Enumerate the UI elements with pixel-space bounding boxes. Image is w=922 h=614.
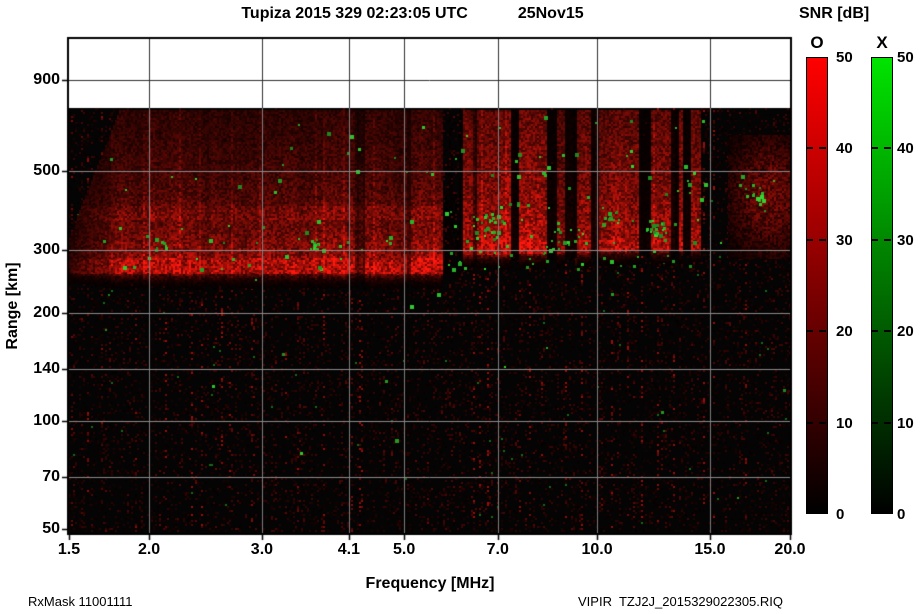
o-colorbar-tick-20: 20 (836, 323, 866, 340)
o-colorbar-dash-20 (806, 330, 828, 332)
y-tick-label-70: 70 (0, 469, 60, 485)
title-date: 25Nov15 (518, 5, 584, 23)
o-colorbar-tick-30: 30 (836, 232, 866, 249)
title-station-time: Tupiza 2015 329 02:23:05 UTC (241, 5, 467, 23)
x-tick-label-7.0: 7.0 (474, 542, 522, 558)
x-tick-label-10.0: 10.0 (573, 542, 621, 558)
x-polarization-label: X (871, 33, 893, 53)
y-tick-label-100: 100 (0, 413, 60, 429)
x-colorbar-dash-40 (871, 147, 893, 149)
x-colorbar-tick-10: 10 (897, 415, 922, 432)
colorbar-title: SNR [dB] (799, 5, 869, 23)
x-tick-label-1.5: 1.5 (45, 542, 93, 558)
ionogram-heatmap-canvas (0, 0, 922, 614)
o-colorbar-tick-0: 0 (836, 506, 866, 523)
o-colorbar-dash-40 (806, 147, 828, 149)
o-colorbar-dash-10 (806, 422, 828, 424)
x-colorbar-tick-0: 0 (897, 506, 922, 523)
x-colorbar-tick-50: 50 (897, 49, 922, 66)
x-tick-label-3.0: 3.0 (238, 542, 286, 558)
y-tick-label-200: 200 (0, 305, 60, 321)
plot-title: Tupiza 2015 329 02:23:05 UTC 25Nov15 (40, 5, 785, 23)
y-tick-label-500: 500 (0, 163, 60, 179)
o-snr-colorbar (806, 57, 828, 514)
o-colorbar-tick-40: 40 (836, 140, 866, 157)
y-tick-label-300: 300 (0, 242, 60, 258)
y-tick-label-50: 50 (0, 521, 60, 537)
x-tick-label-20.0: 20.0 (766, 542, 814, 558)
o-colorbar-tick-50: 50 (836, 49, 866, 66)
x-colorbar-tick-40: 40 (897, 140, 922, 157)
x-axis-title: Frequency [MHz] (300, 575, 560, 593)
x-colorbar-dash-10 (871, 422, 893, 424)
y-tick-label-900: 900 (0, 72, 60, 88)
x-snr-colorbar (871, 57, 893, 514)
o-colorbar-dash-30 (806, 239, 828, 241)
x-colorbar-tick-30: 30 (897, 232, 922, 249)
x-colorbar-dash-30 (871, 239, 893, 241)
y-tick-label-140: 140 (0, 361, 60, 377)
x-tick-label-2.0: 2.0 (125, 542, 173, 558)
rx-mask-annotation: RxMask 11001111 (28, 594, 133, 609)
x-tick-label-4.1: 4.1 (325, 542, 373, 558)
x-tick-label-5.0: 5.0 (380, 542, 428, 558)
o-polarization-label: O (806, 33, 828, 53)
file-id-annotation: VIPIR TZJ2J_2015329022305.RIQ (578, 594, 783, 609)
x-colorbar-dash-20 (871, 330, 893, 332)
x-colorbar-tick-20: 20 (897, 323, 922, 340)
x-tick-label-15.0: 15.0 (686, 542, 734, 558)
o-colorbar-tick-10: 10 (836, 415, 866, 432)
ionogram-page: Tupiza 2015 329 02:23:05 UTC 25Nov15 Ran… (0, 0, 922, 614)
